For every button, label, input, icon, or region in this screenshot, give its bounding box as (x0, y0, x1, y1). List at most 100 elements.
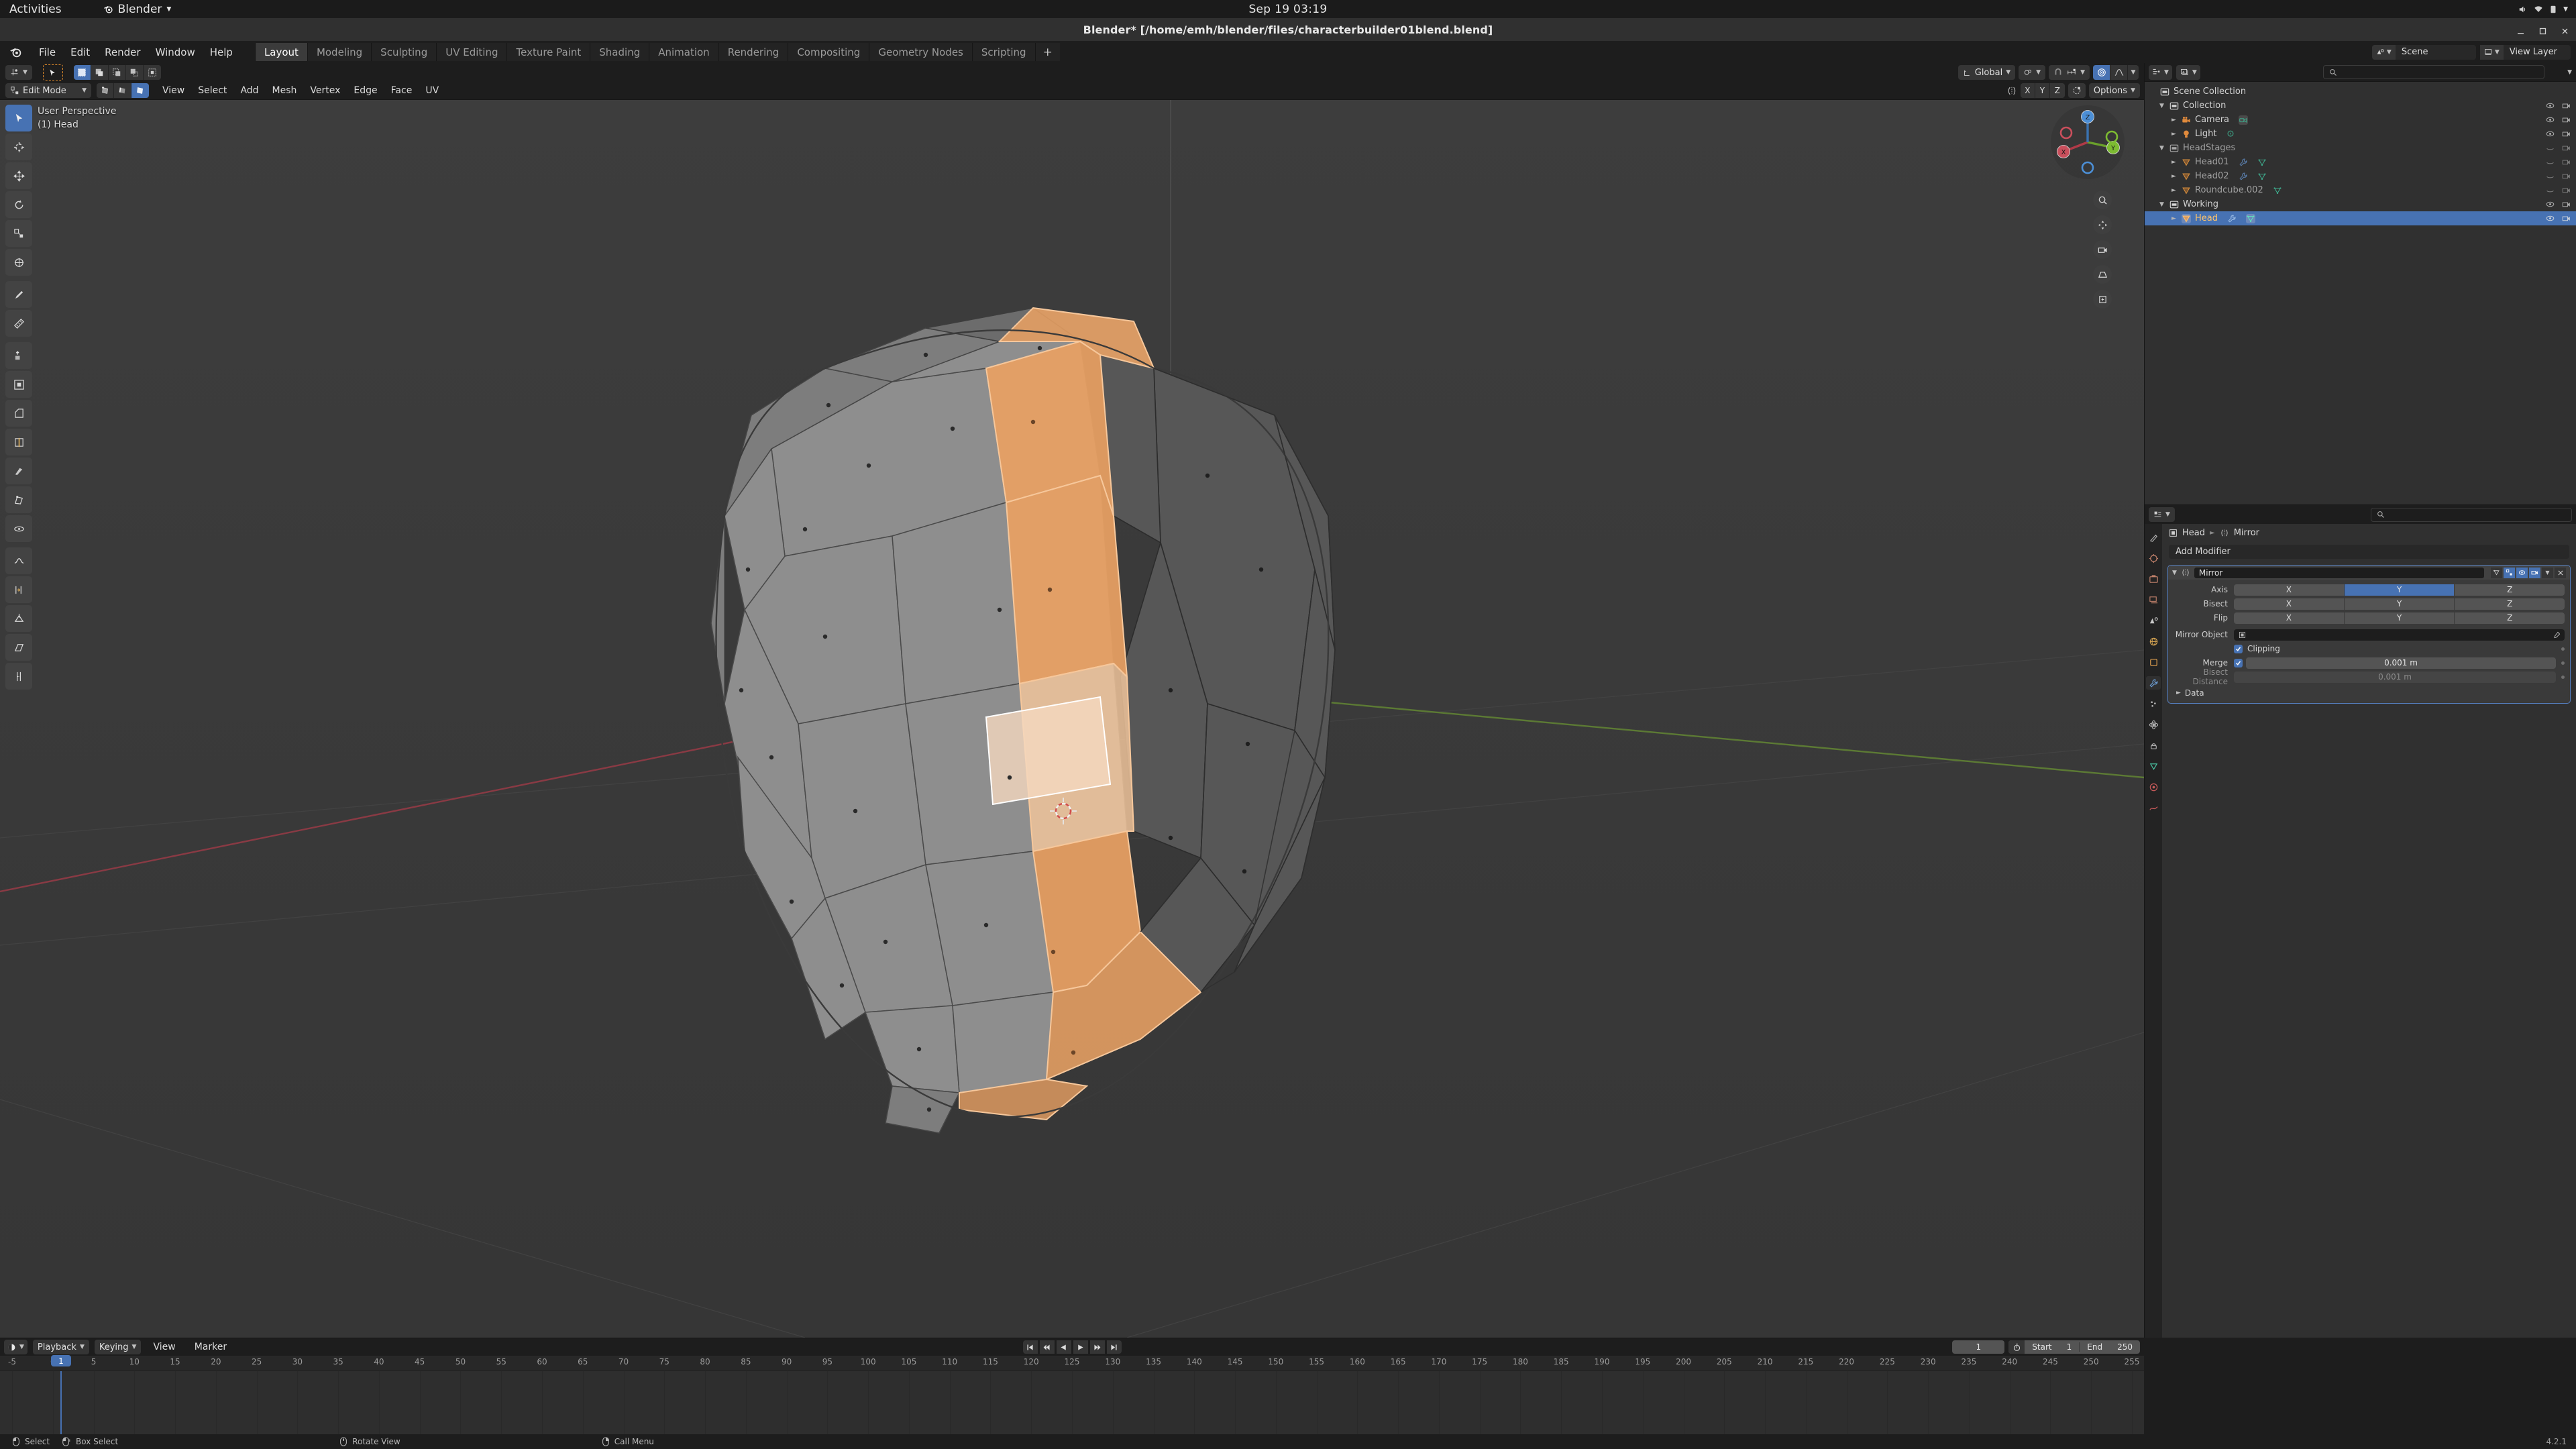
proportional-edit-group[interactable]: ▼ (2093, 65, 2139, 80)
tool-poly-build-icon[interactable] (5, 486, 32, 513)
outliner-row-toggles[interactable] (2546, 144, 2571, 152)
camera-render-icon[interactable] (2562, 200, 2571, 209)
tool-knife-icon[interactable] (5, 458, 32, 484)
tool-measure-icon[interactable] (5, 310, 32, 337)
next-keyframe-button[interactable] (1089, 1340, 1105, 1354)
tool-inset-icon[interactable] (5, 371, 32, 398)
current-frame-field[interactable]: 1 (1952, 1340, 2005, 1354)
viewport-menu-edge[interactable]: Edge (347, 83, 384, 98)
timeline-canvas[interactable] (0, 1371, 2144, 1435)
outliner-editor[interactable]: ▼ ▼ ▼ Scene Collection ▼ Collection ► Ca… (2144, 63, 2576, 504)
modifier-panel-header[interactable]: ▼ Mirror ▼ (2168, 566, 2570, 580)
frame-range-group[interactable]: Start 1 End 250 (2008, 1340, 2140, 1354)
mesh-select-mode-group[interactable] (97, 83, 149, 98)
timeline-ruler[interactable]: -505101520253035404550556065707580859095… (0, 1355, 2144, 1371)
playhead-frame-marker[interactable]: 1 (50, 1355, 71, 1366)
viewport-menu-uv[interactable]: UV (419, 83, 445, 98)
disclosure-triangle[interactable]: ▼ (2158, 103, 2165, 109)
select-intersect-icon[interactable] (143, 65, 161, 80)
gnome-system-tray[interactable]: ▼ (2518, 5, 2568, 14)
bisect-distance-animate-dot[interactable] (2561, 675, 2565, 679)
viewport-canvas[interactable] (0, 100, 2144, 1338)
window-controls[interactable] (2516, 18, 2569, 41)
modifier-wrench-icon[interactable] (2239, 158, 2248, 167)
workspace-tab-animation[interactable]: Animation (649, 43, 718, 61)
previous-keyframe-button[interactable] (1039, 1340, 1055, 1354)
add-workspace-button[interactable]: + (1034, 43, 1060, 61)
tool-tweak-icon[interactable] (5, 105, 32, 131)
mirror-object-field[interactable] (2234, 629, 2565, 641)
properties-search-input[interactable] (2371, 507, 2572, 522)
tool-smooth-icon[interactable] (5, 547, 32, 574)
use-preview-range-icon[interactable] (2008, 1340, 2025, 1354)
jump-to-start-button[interactable] (1022, 1340, 1038, 1354)
modifier-extras-menu-icon[interactable]: ▼ (2542, 567, 2553, 578)
workspace-tab-geometry-nodes[interactable]: Geometry Nodes (869, 43, 972, 61)
minimize-button[interactable] (2516, 25, 2525, 34)
camera-render-icon[interactable] (2562, 129, 2571, 138)
falloff-curve-icon[interactable] (2110, 65, 2128, 80)
disclosure-triangle[interactable]: ► (2170, 215, 2178, 222)
outliner-row-light[interactable]: ► Light (2145, 127, 2576, 141)
outliner-search-input[interactable] (2323, 65, 2545, 79)
scene-browse-icon[interactable]: ▼ (2371, 44, 2396, 60)
modifier-wrench-icon[interactable] (2239, 172, 2248, 181)
properties-tab-view-layer-icon[interactable] (2146, 593, 2161, 606)
workspace-tab-sculpting[interactable]: Sculpting (371, 43, 437, 61)
eye-closed-icon[interactable] (2546, 158, 2555, 166)
menu-window[interactable]: Window (148, 44, 203, 61)
workspace-tab-modeling[interactable]: Modeling (307, 43, 372, 61)
bisect-toggle-z[interactable]: Z (2455, 598, 2565, 610)
axis-toggle-z[interactable]: Z (2455, 584, 2565, 596)
outliner-row-working[interactable]: ▼ Working (2145, 197, 2576, 211)
menu-help[interactable]: Help (203, 44, 240, 61)
modifier-wrench-icon[interactable] (2227, 214, 2237, 223)
eye-closed-icon[interactable] (2546, 186, 2555, 195)
select-extend-icon[interactable] (91, 65, 109, 80)
flip-toggle-x[interactable]: X (2234, 612, 2345, 624)
workspace-tab-shading[interactable]: Shading (590, 43, 649, 61)
workspace-tab-texture-paint[interactable]: Texture Paint (506, 43, 590, 61)
bisect-toggle-y[interactable]: Y (2344, 598, 2455, 610)
properties-tab-texture-icon[interactable] (2146, 801, 2161, 814)
disclosure-triangle[interactable]: ► (2170, 117, 2178, 123)
select-tool-mode-group[interactable] (73, 65, 161, 80)
modifier-data-subpanel[interactable]: ► Data (2174, 685, 2565, 698)
menu-render[interactable]: Render (97, 44, 148, 61)
snap-target-dropdown[interactable]: ▼ (5, 65, 32, 80)
modifier-close-icon[interactable] (2555, 567, 2566, 578)
camera-render-icon[interactable] (2562, 172, 2571, 180)
viewport-menu-vertex[interactable]: Vertex (303, 83, 347, 98)
workspace-tab-uv-editing[interactable]: UV Editing (436, 43, 507, 61)
navigation-gizmo[interactable]: X Y Z (2049, 103, 2127, 181)
play-button[interactable] (1073, 1340, 1088, 1354)
camera-render-icon[interactable] (2562, 158, 2571, 166)
select-invert-icon[interactable] (125, 65, 144, 80)
breadcrumb-modifier-label[interactable]: Mirror (2234, 528, 2259, 538)
add-modifier-button[interactable]: Add Modifier (2169, 545, 2569, 559)
options-dropdown[interactable]: Options ▼ (2088, 83, 2140, 98)
panel-expand-icon[interactable]: ▼ (2172, 570, 2177, 576)
light-data-icon[interactable] (2226, 129, 2235, 139)
outliner-row-roundcube-002[interactable]: ► Roundcube.002 (2145, 183, 2576, 197)
modifier-realtime-icon[interactable] (2516, 567, 2528, 578)
tool-shear-icon[interactable] (5, 634, 32, 661)
eyedropper-icon[interactable] (2553, 631, 2561, 639)
mirror-axis-group[interactable]: X Y Z (2020, 83, 2065, 98)
bisect-toggle-group[interactable]: X Y Z (2234, 598, 2565, 610)
falloff-dropdown-caret[interactable]: ▼ (2128, 65, 2139, 80)
tool-transform-icon[interactable] (5, 249, 32, 276)
disclosure-triangle[interactable]: ► (2170, 159, 2178, 166)
disclosure-triangle[interactable]: ► (2170, 131, 2178, 138)
workspace-tab-rendering[interactable]: Rendering (718, 43, 788, 61)
select-subtract-icon[interactable] (108, 65, 126, 80)
view-layer-name-field[interactable]: View Layer (2504, 47, 2571, 57)
outliner-row-toggles[interactable] (2546, 214, 2571, 223)
breadcrumb-object-label[interactable]: Head (2182, 528, 2205, 538)
outliner-display-mode-dropdown[interactable]: ▼ (2176, 64, 2200, 80)
properties-tab-material-icon[interactable] (2146, 780, 2161, 794)
viewport-menu-add[interactable]: Add (233, 83, 265, 98)
eye-icon[interactable] (2546, 101, 2555, 110)
outliner-row-head02[interactable]: ► Head02 (2145, 169, 2576, 183)
panel-collapse-icon[interactable]: ► (2176, 690, 2181, 696)
